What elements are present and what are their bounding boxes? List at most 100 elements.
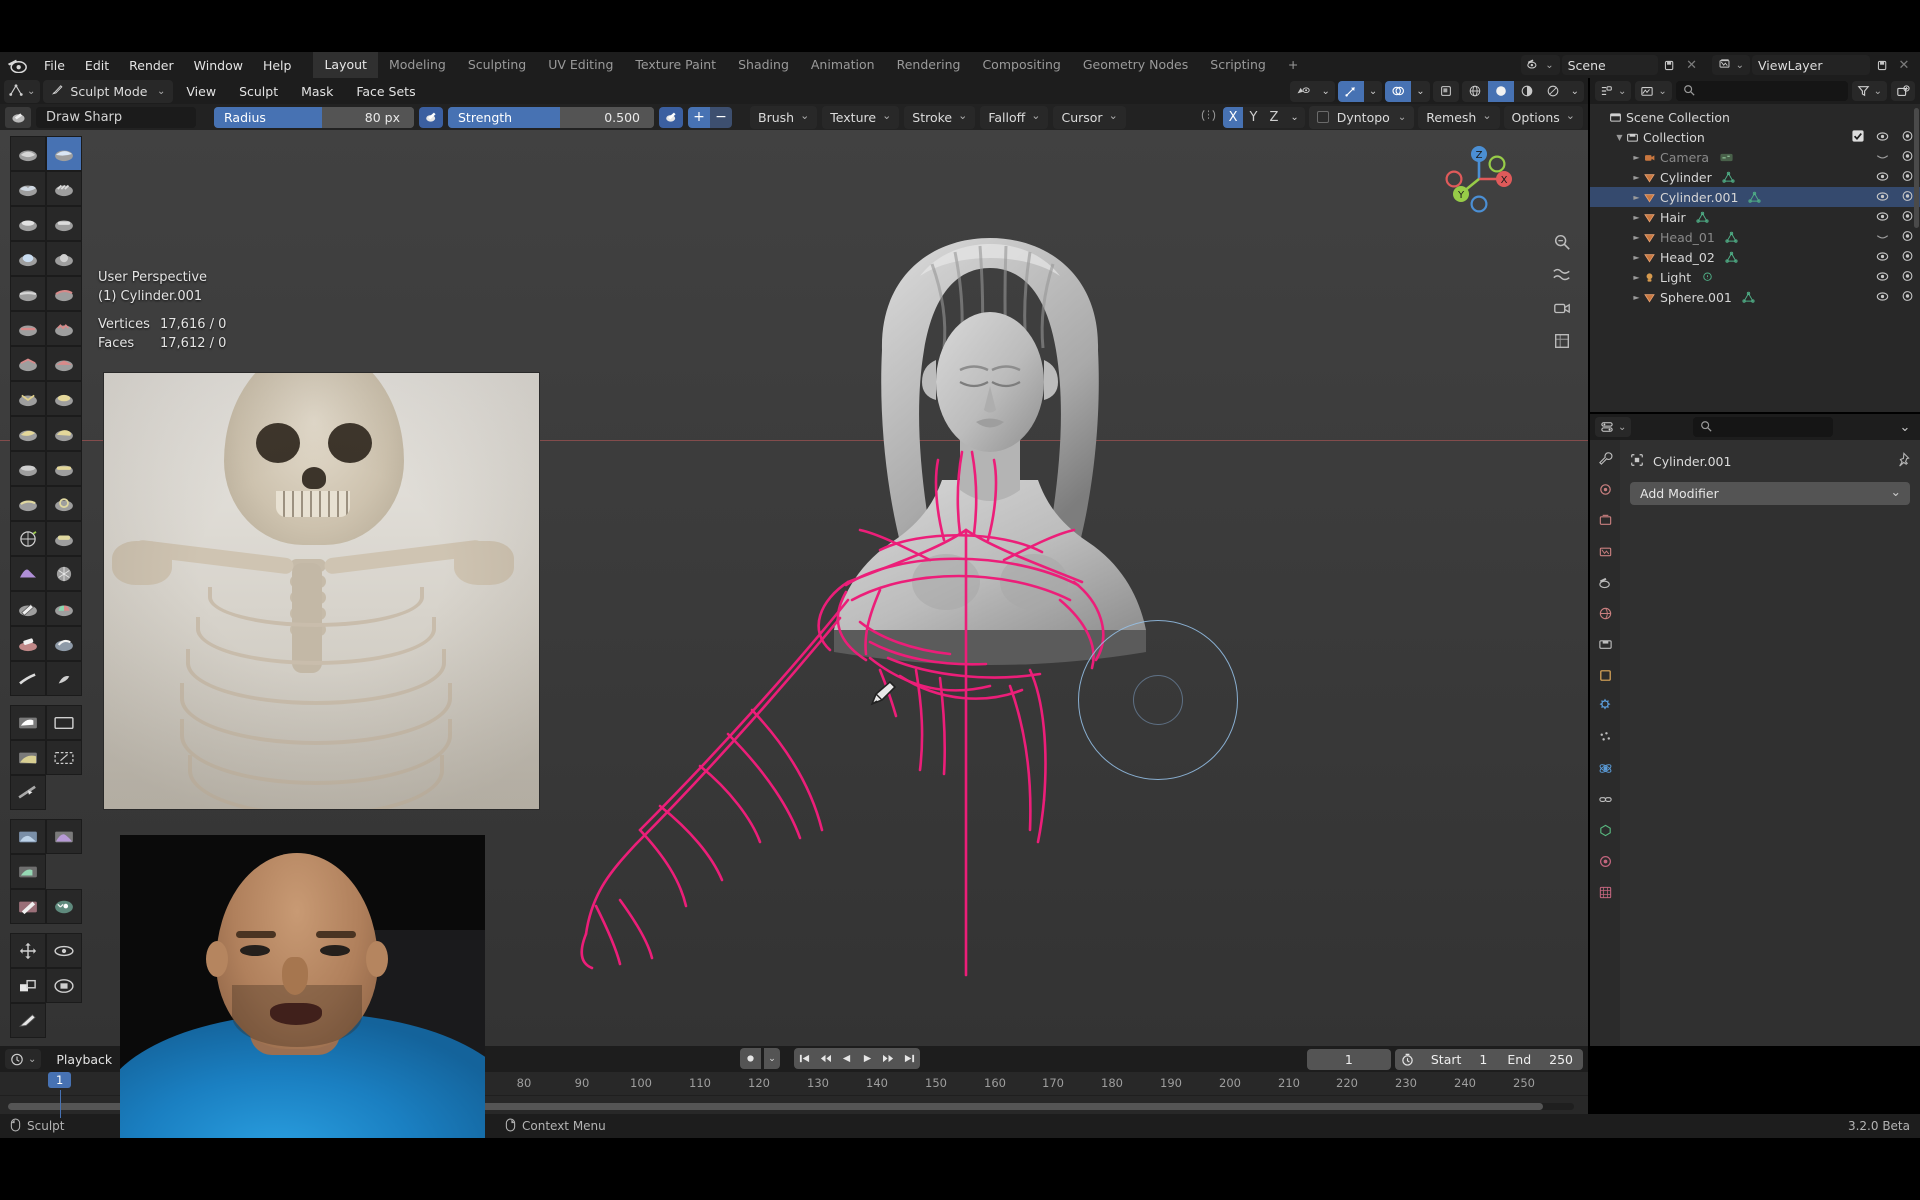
- render-tab-icon[interactable]: [1595, 479, 1615, 499]
- collection-tab-icon[interactable]: [1595, 634, 1615, 654]
- outliner-row-light[interactable]: ► Light: [1590, 267, 1920, 287]
- workspace-tab-geometry-nodes[interactable]: Geometry Nodes: [1072, 52, 1199, 78]
- tool-draw[interactable]: [10, 136, 46, 171]
- tool-inflate[interactable]: [10, 241, 46, 276]
- tool-paint[interactable]: [10, 661, 46, 696]
- workspace-tab-compositing[interactable]: Compositing: [971, 52, 1071, 78]
- tool-simplify[interactable]: [46, 556, 82, 591]
- pin-icon[interactable]: [1895, 452, 1910, 470]
- tool-grab[interactable]: [46, 381, 82, 416]
- expand-triangle-icon[interactable]: ▼: [1613, 133, 1626, 142]
- expand-triangle-icon[interactable]: ►: [1630, 213, 1643, 222]
- tool-draw-face-sets[interactable]: [46, 591, 82, 626]
- gizmo-icon[interactable]: [1337, 80, 1364, 102]
- symmetry-axis-x[interactable]: X: [1222, 106, 1244, 128]
- add-modifier-button[interactable]: Add Modifier: [1630, 482, 1910, 505]
- expand-triangle-icon[interactable]: ►: [1630, 293, 1643, 302]
- outliner-row-head-02[interactable]: ► Head_02: [1590, 247, 1920, 267]
- editor-type-timeline-icon[interactable]: ⌄: [5, 1049, 42, 1069]
- disable-in-render-icon[interactable]: [1901, 190, 1914, 205]
- tool-clay-thumb[interactable]: [10, 206, 46, 241]
- radius-slider[interactable]: Radius 80 px: [214, 106, 414, 128]
- new-scene-icon[interactable]: [1660, 55, 1680, 75]
- scene-tab-icon[interactable]: [1595, 572, 1615, 592]
- jump-to-start-icon[interactable]: [794, 1048, 815, 1069]
- strength-slider[interactable]: Strength 0.500: [448, 106, 654, 128]
- tool-box-hide[interactable]: [46, 705, 82, 740]
- mesh-data-icon[interactable]: [1722, 171, 1735, 184]
- tool-line-project[interactable]: [10, 775, 46, 810]
- tool-scrape[interactable]: [10, 346, 46, 381]
- brush-direction-subtract[interactable]: −: [710, 106, 732, 128]
- hide-in-viewport-icon[interactable]: [1876, 150, 1889, 165]
- expand-triangle-icon[interactable]: ►: [1630, 173, 1643, 182]
- timeline-playhead[interactable]: 1: [48, 1072, 72, 1118]
- hide-in-viewport-icon[interactable]: [1876, 170, 1889, 185]
- use-preview-range-icon[interactable]: [1394, 1048, 1421, 1070]
- viewport-menu-face-sets[interactable]: Face Sets: [346, 80, 425, 102]
- skeleton-reference-image[interactable]: [103, 372, 540, 810]
- workspace-tab-modeling[interactable]: Modeling: [378, 52, 457, 78]
- camera-view-icon[interactable]: [1550, 296, 1574, 320]
- tool-snake-hook[interactable]: [46, 416, 82, 451]
- outliner-row-scene-collection[interactable]: Scene Collection: [1590, 107, 1920, 127]
- viewlayer-tab-icon[interactable]: [1595, 541, 1615, 561]
- rendered-shading-icon[interactable]: [1540, 81, 1566, 102]
- tool-move[interactable]: [10, 933, 46, 968]
- workspace-tab-sculpting[interactable]: Sculpting: [457, 52, 537, 78]
- hide-in-viewport-icon[interactable]: [1876, 270, 1889, 285]
- mesh-data-icon[interactable]: [1696, 211, 1709, 224]
- outliner-search-input[interactable]: [1675, 81, 1848, 101]
- expand-triangle-icon[interactable]: ►: [1630, 253, 1643, 262]
- properties-options-icon[interactable]: ⌄: [1895, 417, 1915, 437]
- hide-in-viewport-icon[interactable]: [1876, 290, 1889, 305]
- tool-layer[interactable]: [46, 206, 82, 241]
- navigation-gizmo[interactable]: Z X Y: [1440, 140, 1518, 218]
- disable-in-render-icon[interactable]: [1901, 210, 1914, 225]
- viewport-menu-view[interactable]: View: [176, 80, 226, 102]
- tool-box-trim[interactable]: [46, 740, 82, 775]
- expand-triangle-icon[interactable]: ►: [1630, 193, 1643, 202]
- pressure-radius-icon[interactable]: [419, 106, 443, 128]
- mesh-data-icon[interactable]: [1742, 291, 1755, 304]
- tool-blob[interactable]: [46, 241, 82, 276]
- sculpt-tool-shelf[interactable]: [10, 136, 82, 1038]
- workspace-tab-animation[interactable]: Animation: [800, 52, 886, 78]
- auto-keying-dropdown-icon[interactable]: ⌄: [764, 1048, 780, 1069]
- jump-to-prev-keyframe-icon[interactable]: [815, 1048, 836, 1069]
- brush-preview-icon[interactable]: [5, 106, 31, 128]
- blender-logo-icon[interactable]: [4, 55, 30, 75]
- expand-triangle-icon[interactable]: ►: [1630, 273, 1643, 282]
- tool-multires-displacement-smear[interactable]: [46, 626, 82, 661]
- overlays-group[interactable]: ⌄: [1385, 80, 1430, 102]
- gizmo-group[interactable]: ⌄: [1337, 80, 1383, 102]
- tool-draw-sharp[interactable]: [46, 136, 82, 171]
- menu-help[interactable]: Help: [253, 54, 302, 76]
- tool-mask-by-color[interactable]: [46, 889, 82, 924]
- disable-in-render-icon[interactable]: [1901, 170, 1914, 185]
- tool-rotate-gizmo[interactable]: [46, 933, 82, 968]
- tool-smooth[interactable]: [46, 276, 82, 311]
- gizmo-dropdown-icon[interactable]: ⌄: [1364, 81, 1382, 102]
- workspace-tab-uv-editing[interactable]: UV Editing: [537, 52, 624, 78]
- object-tab-icon[interactable]: [1595, 665, 1615, 685]
- toggle-ortho-icon[interactable]: [1550, 329, 1574, 353]
- brush-direction-add[interactable]: +: [688, 106, 710, 128]
- scene-name-field[interactable]: Scene: [1561, 55, 1658, 75]
- modifier-tab-icon[interactable]: [1595, 696, 1615, 716]
- workspace-tab-layout[interactable]: Layout: [313, 52, 378, 78]
- zoom-icon[interactable]: [1550, 230, 1574, 254]
- falloff-popover[interactable]: Falloff: [980, 105, 1049, 129]
- frame-end-field[interactable]: End 250: [1497, 1048, 1583, 1070]
- mesh-data-icon[interactable]: [1725, 231, 1738, 244]
- tool-transform[interactable]: [46, 968, 82, 1003]
- properties-tab-column[interactable]: [1590, 440, 1620, 1046]
- disable-in-render-icon[interactable]: [1901, 130, 1914, 145]
- tool-annotate[interactable]: [10, 1003, 46, 1038]
- current-frame-field[interactable]: 1: [1306, 1048, 1391, 1070]
- disable-in-render-icon[interactable]: [1901, 290, 1914, 305]
- symmetry-dropdown-icon[interactable]: ⌄: [1284, 107, 1304, 128]
- outliner-scrollbar[interactable]: [1914, 108, 1919, 228]
- tool-fill[interactable]: [46, 311, 82, 346]
- visibility-dropdown-icon[interactable]: ⌄: [1316, 81, 1334, 102]
